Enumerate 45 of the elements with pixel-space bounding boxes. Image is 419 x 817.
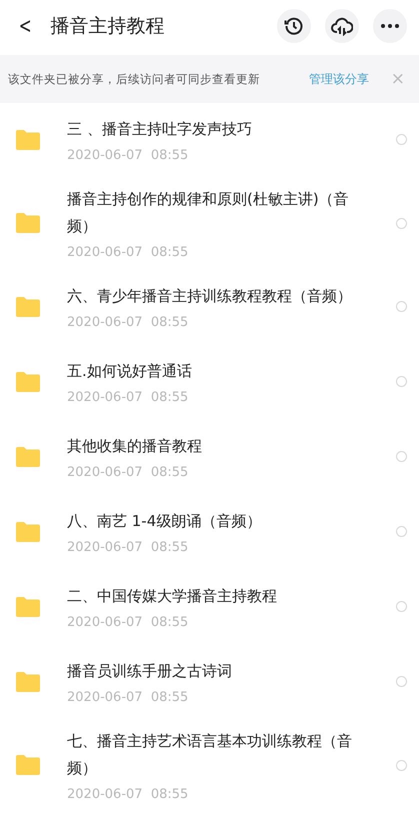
folder-name[interactable]: 八、南艺 1-4级朗诵（音频）	[67, 508, 376, 535]
upload-button[interactable]	[325, 9, 359, 43]
select-radio[interactable]	[396, 526, 407, 537]
folder-name[interactable]: 七、播音主持艺术语言基本功训练教程（音频）	[67, 728, 376, 782]
folder-icon	[16, 672, 40, 692]
folder-icon	[16, 296, 40, 316]
folder-icon	[16, 522, 40, 542]
folder-icon	[16, 213, 40, 233]
select-radio[interactable]	[396, 376, 407, 387]
history-button[interactable]	[277, 9, 311, 43]
modified-date: 2020-06-07 08:55	[67, 787, 190, 802]
folder-name[interactable]: 播音员训练手册之古诗词	[67, 658, 376, 685]
modified-date: 2020-06-07 08:55	[67, 148, 190, 163]
select-radio[interactable]	[396, 218, 407, 228]
modified-date: 2020-06-07 08:55	[67, 690, 190, 705]
select-radio[interactable]	[396, 760, 407, 770]
folder-icon	[16, 446, 40, 466]
more-button[interactable]	[373, 9, 407, 43]
folder-name[interactable]: 五.如何说好普通话	[67, 358, 376, 385]
share-notice: 该文件夹已被分享，后续访问者可同步查看更新	[8, 72, 261, 86]
folder-name[interactable]: 二、中国传媒大学播音主持教程	[67, 583, 376, 610]
select-radio[interactable]	[396, 134, 407, 145]
clock-icon	[284, 16, 304, 36]
select-radio[interactable]	[396, 451, 407, 462]
folder-name[interactable]: 三 、播音主持吐字发声技巧	[67, 116, 376, 143]
modified-date: 2020-06-07 08:55	[67, 315, 190, 330]
cloud-icon	[331, 16, 353, 36]
modified-date: 2020-06-07 08:55	[67, 615, 190, 630]
back-button[interactable]: <	[14, 14, 36, 38]
folder-icon	[16, 596, 40, 616]
folder-icon	[16, 755, 40, 775]
folder-title: 播音主持教程	[50, 14, 166, 39]
more-icon	[381, 24, 399, 28]
folder-name[interactable]: 播音主持创作的规律和原则(杜敏主讲)（音频）	[67, 186, 376, 240]
select-radio[interactable]	[396, 676, 407, 687]
select-radio[interactable]	[396, 301, 407, 312]
folder-icon	[16, 130, 40, 150]
modified-date: 2020-06-07 08:55	[67, 390, 190, 405]
modified-date: 2020-06-07 08:55	[67, 465, 190, 480]
modified-date: 2020-06-07 08:55	[67, 245, 190, 260]
folder-name[interactable]: 六、青少年播音主持训练教程教程（音频）	[67, 283, 376, 310]
folder-name[interactable]: 其他收集的播音教程	[67, 433, 376, 460]
folder-icon	[16, 372, 40, 392]
modified-date: 2020-06-07 08:55	[67, 540, 190, 555]
select-radio[interactable]	[396, 601, 407, 612]
